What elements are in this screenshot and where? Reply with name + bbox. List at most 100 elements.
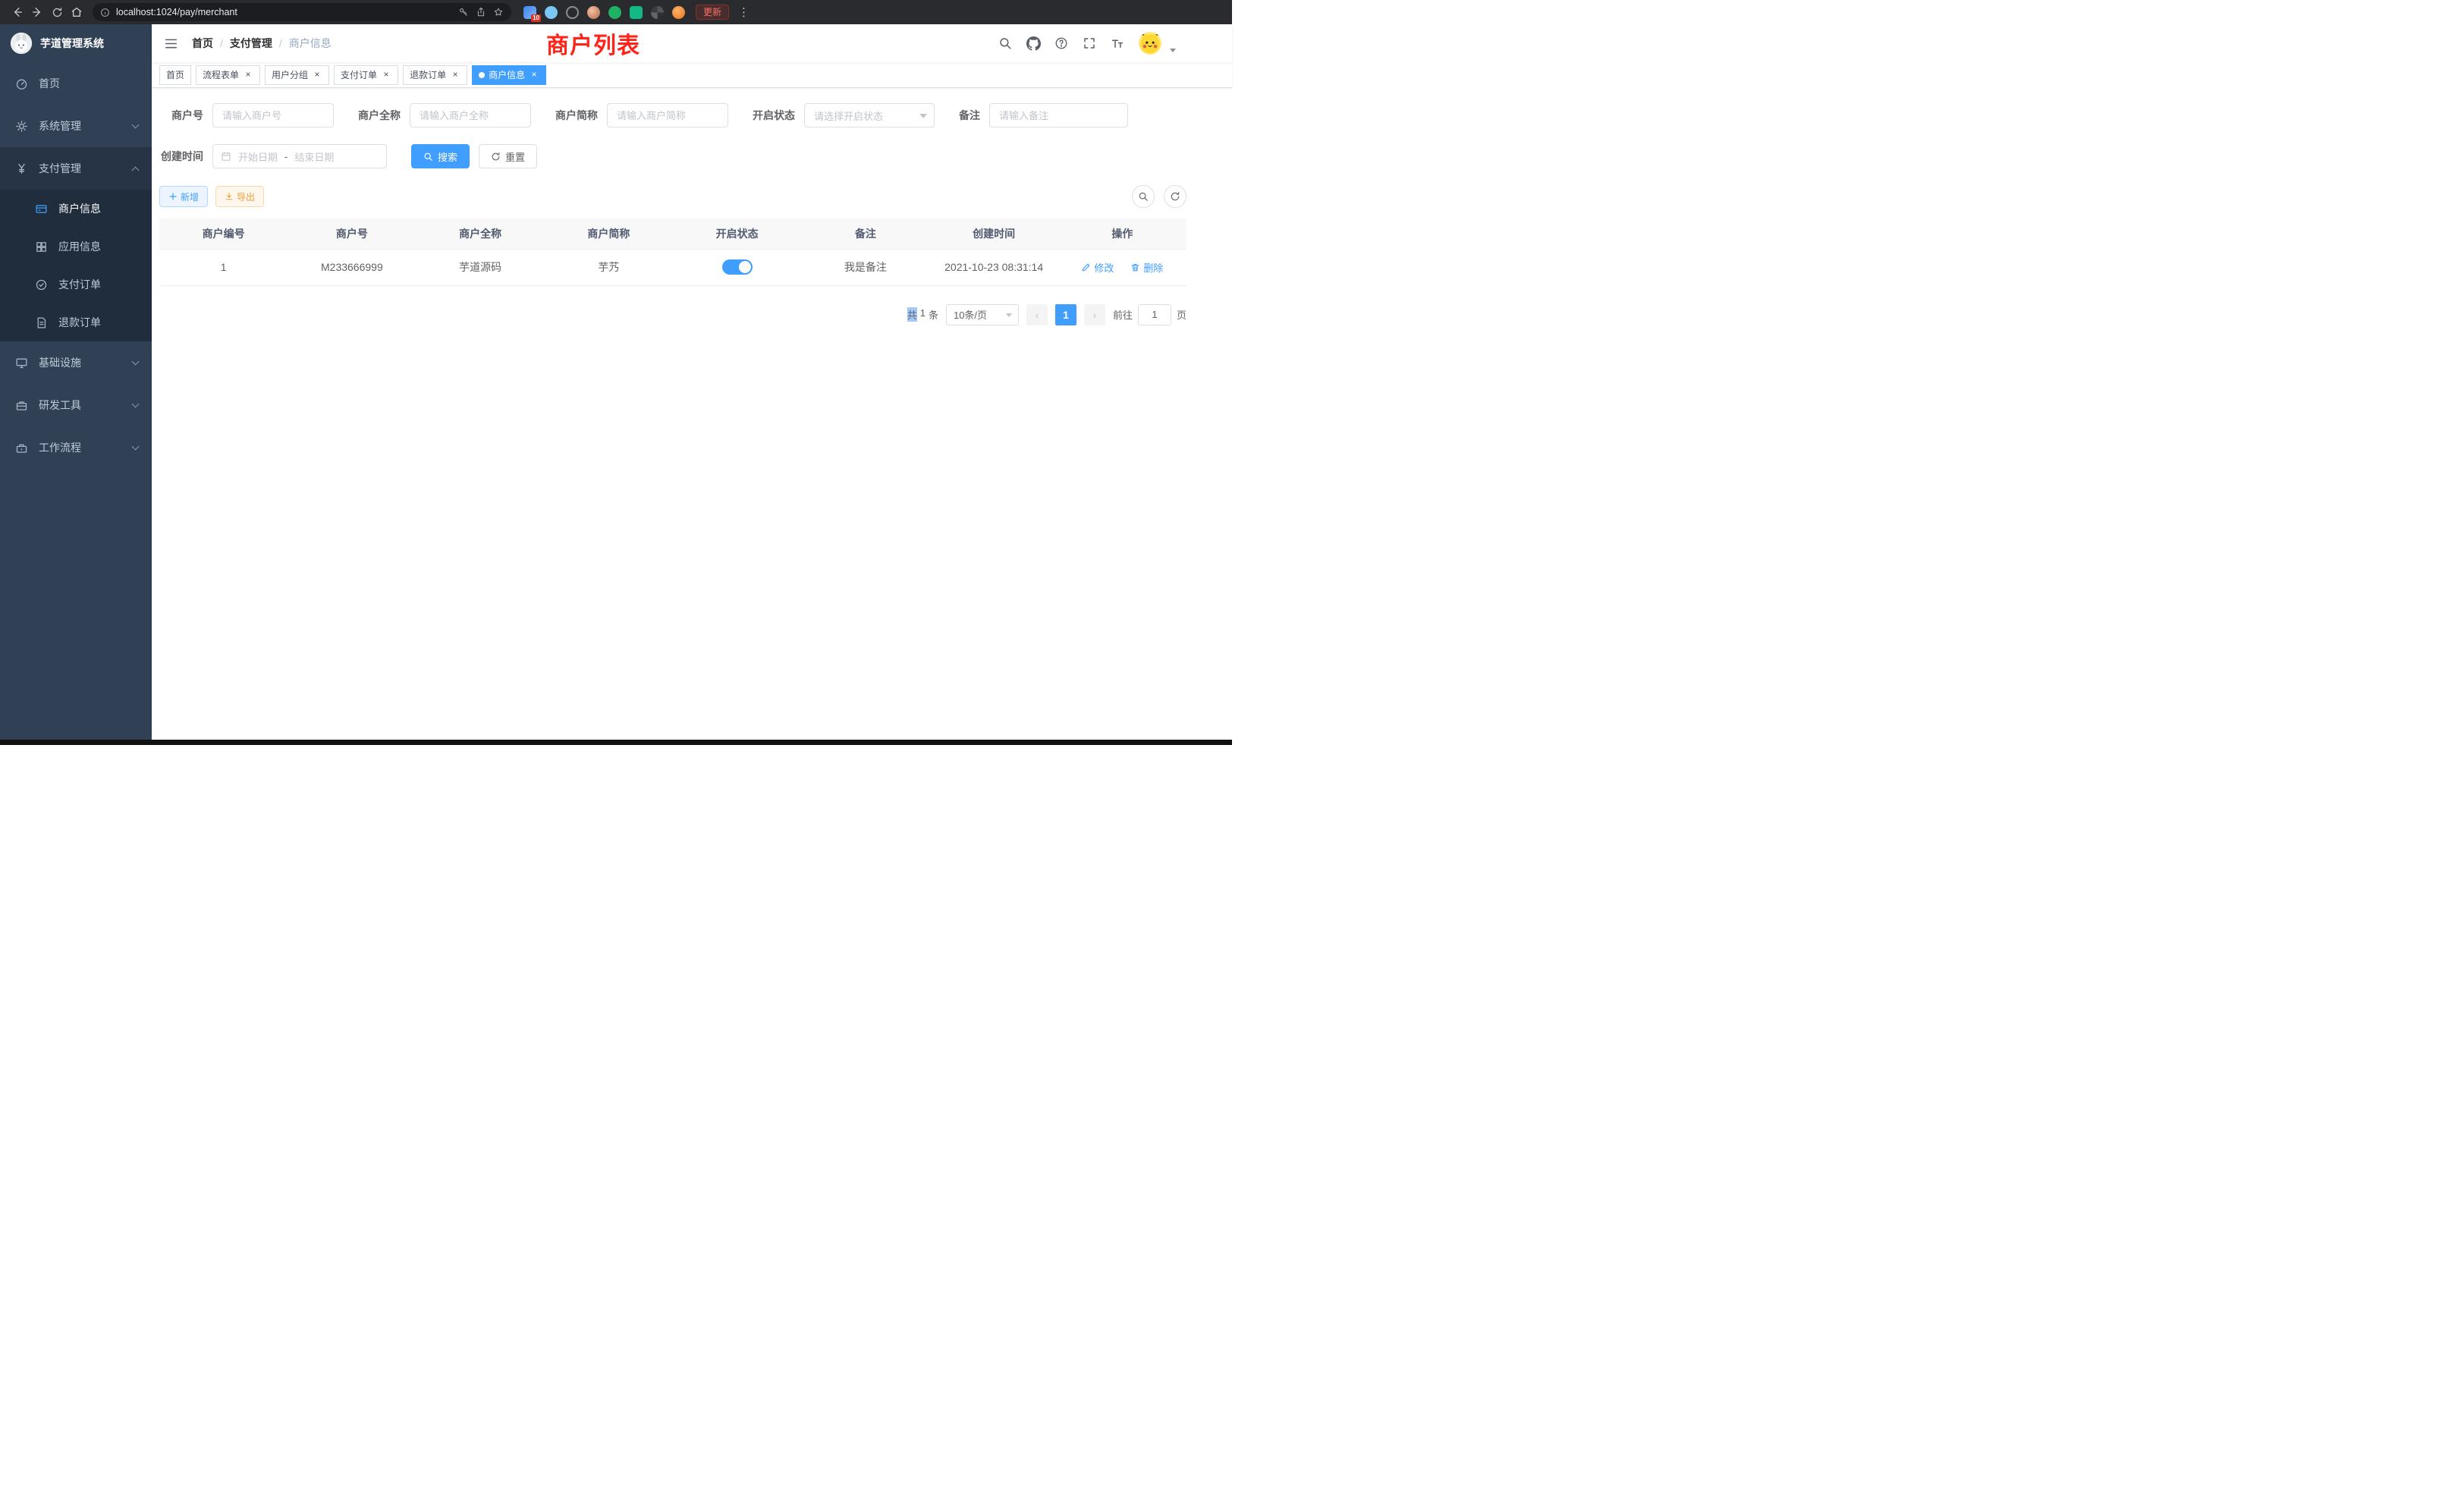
extension-icon-4[interactable] xyxy=(608,6,621,19)
search-icon xyxy=(423,152,433,162)
extension-icon-2[interactable] xyxy=(545,6,558,19)
sidebar-item-home[interactable]: 首页 xyxy=(0,62,152,105)
browser-menu-icon[interactable]: ⋮ xyxy=(738,5,750,19)
bookmark-star-icon[interactable] xyxy=(493,7,504,17)
desktop-edge xyxy=(0,740,1232,745)
site-info-icon[interactable] xyxy=(100,8,110,17)
app-title: 芋道管理系统 xyxy=(40,36,104,51)
create-time-label: 创建时间 xyxy=(159,149,203,164)
refresh-icon xyxy=(491,152,501,162)
logo[interactable]: 芋道管理系统 xyxy=(0,24,152,62)
page-suffix: 页 xyxy=(1177,307,1186,322)
toggle-search-button[interactable] xyxy=(1132,185,1155,208)
breadcrumb-payment[interactable]: 支付管理 xyxy=(230,36,272,51)
remark-label: 备注 xyxy=(959,108,980,123)
sidebar-item-system[interactable]: 系统管理 xyxy=(0,105,152,147)
address-bar[interactable]: localhost:1024/pay/merchant xyxy=(93,3,511,21)
user-avatar[interactable] xyxy=(1139,32,1161,55)
logo-avatar xyxy=(10,32,33,55)
browser-profile-avatar[interactable] xyxy=(672,6,685,19)
status-select[interactable]: 请选择开启状态 xyxy=(804,103,935,127)
tag-process-form[interactable]: 流程表单× xyxy=(196,65,260,85)
merchant-shortname-input[interactable] xyxy=(607,103,728,127)
close-icon[interactable]: × xyxy=(312,70,322,80)
extension-icon-3[interactable] xyxy=(566,6,579,19)
sidebar-item-app-info[interactable]: 应用信息 xyxy=(0,228,152,266)
sidebar-item-merchant-info[interactable]: 商户信息 xyxy=(0,190,152,228)
merchant-no-input[interactable] xyxy=(212,103,334,127)
close-icon[interactable]: × xyxy=(243,70,253,80)
next-page-button[interactable]: › xyxy=(1084,304,1105,325)
tag-user-group[interactable]: 用户分组× xyxy=(265,65,329,85)
page-size-select[interactable]: 10条/页 xyxy=(946,304,1019,325)
chevron-up-icon xyxy=(132,166,140,174)
browser-update-button[interactable]: 更新 xyxy=(696,5,729,20)
font-size-icon[interactable] xyxy=(1111,36,1124,50)
merchant-fullname-input[interactable] xyxy=(410,103,531,127)
sidebar-item-pay-order[interactable]: 支付订单 xyxy=(0,266,152,303)
pagination: 共 1 条 10条/页 ‹ 1 › 前往 页 xyxy=(159,304,1186,325)
close-icon[interactable]: × xyxy=(450,70,460,80)
sidebar-item-payment[interactable]: 支付管理 xyxy=(0,147,152,190)
cell-merchant-shortname: 芋艿 xyxy=(545,249,673,285)
extension-icon-1[interactable]: 10 xyxy=(523,6,536,19)
goto-page-input[interactable] xyxy=(1138,304,1171,325)
extension-badge: 10 xyxy=(531,14,541,22)
fullscreen-icon[interactable] xyxy=(1083,36,1096,50)
export-button[interactable]: 导出 xyxy=(215,186,264,207)
close-icon[interactable]: × xyxy=(529,70,539,80)
chevron-down-icon xyxy=(132,358,140,366)
page-1-button[interactable]: 1 xyxy=(1055,304,1076,325)
tag-merchant-info[interactable]: 商户信息× xyxy=(472,65,546,85)
date-range-picker[interactable]: 开始日期 - 结束日期 xyxy=(212,144,387,168)
reload-icon[interactable] xyxy=(47,2,67,22)
toolbar: 新增 导出 xyxy=(159,185,1186,208)
cell-merchant-id: 1 xyxy=(159,249,288,285)
edit-link[interactable]: 修改 xyxy=(1081,260,1114,275)
merchant-fullname-label: 商户全称 xyxy=(358,108,401,123)
refresh-table-button[interactable] xyxy=(1164,185,1186,208)
extension-icon-5[interactable] xyxy=(630,6,643,19)
browser-toolbar: localhost:1024/pay/merchant 10 更新 ⋮ xyxy=(0,0,1232,24)
sidebar-item-workflow[interactable]: 工作流程 xyxy=(0,426,152,469)
pagination-total: 共 1 条 xyxy=(907,307,938,322)
main-area: 首页 / 支付管理 / 商户信息 商户列表 xyxy=(152,24,1232,745)
search-button[interactable]: 搜索 xyxy=(411,144,470,168)
download-icon xyxy=(225,192,234,201)
back-icon[interactable] xyxy=(8,2,27,22)
hamburger-icon[interactable] xyxy=(164,36,178,51)
sidebar-item-refund-order[interactable]: 退款订单 xyxy=(0,303,152,341)
sidebar-item-dev-tools[interactable]: 研发工具 xyxy=(0,384,152,426)
github-icon[interactable] xyxy=(1026,36,1040,50)
share-icon[interactable] xyxy=(476,7,486,17)
chevron-down-icon xyxy=(132,443,140,451)
forward-icon[interactable] xyxy=(27,2,47,22)
extensions-row: 10 xyxy=(523,6,685,19)
status-toggle[interactable] xyxy=(722,259,753,275)
header-search-icon[interactable] xyxy=(998,36,1012,50)
help-icon[interactable] xyxy=(1054,36,1068,50)
chevron-down-icon xyxy=(919,114,927,118)
tag-refund-order[interactable]: 退款订单× xyxy=(403,65,467,85)
add-button[interactable]: 新增 xyxy=(159,186,208,207)
table-header-row: 商户编号 商户号 商户全称 商户简称 开启状态 备注 创建时间 操作 xyxy=(159,218,1186,249)
remark-input[interactable] xyxy=(989,103,1128,127)
delete-link[interactable]: 删除 xyxy=(1130,260,1163,275)
tag-pay-order[interactable]: 支付订单× xyxy=(334,65,398,85)
password-key-icon[interactable] xyxy=(458,7,469,17)
prev-page-button[interactable]: ‹ xyxy=(1026,304,1048,325)
reset-button[interactable]: 重置 xyxy=(479,144,537,168)
sidebar-item-infrastructure[interactable]: 基础设施 xyxy=(0,341,152,384)
workflow-icon xyxy=(15,442,28,454)
active-dot xyxy=(479,72,485,78)
home-icon[interactable] xyxy=(67,2,86,22)
chevron-down-icon xyxy=(132,121,140,129)
close-icon[interactable]: × xyxy=(381,70,391,80)
breadcrumb-home[interactable]: 首页 xyxy=(192,36,213,51)
top-navbar: 首页 / 支付管理 / 商户信息 商户列表 xyxy=(152,24,1232,62)
tag-home[interactable]: 首页 xyxy=(159,65,191,85)
avatar-dropdown-caret-icon[interactable] xyxy=(1170,49,1176,52)
extension-icon-6[interactable] xyxy=(651,6,664,19)
profile-extension-icon[interactable] xyxy=(587,6,600,19)
merchant-table: 商户编号 商户号 商户全称 商户简称 开启状态 备注 创建时间 操作 1 M23… xyxy=(159,218,1186,286)
